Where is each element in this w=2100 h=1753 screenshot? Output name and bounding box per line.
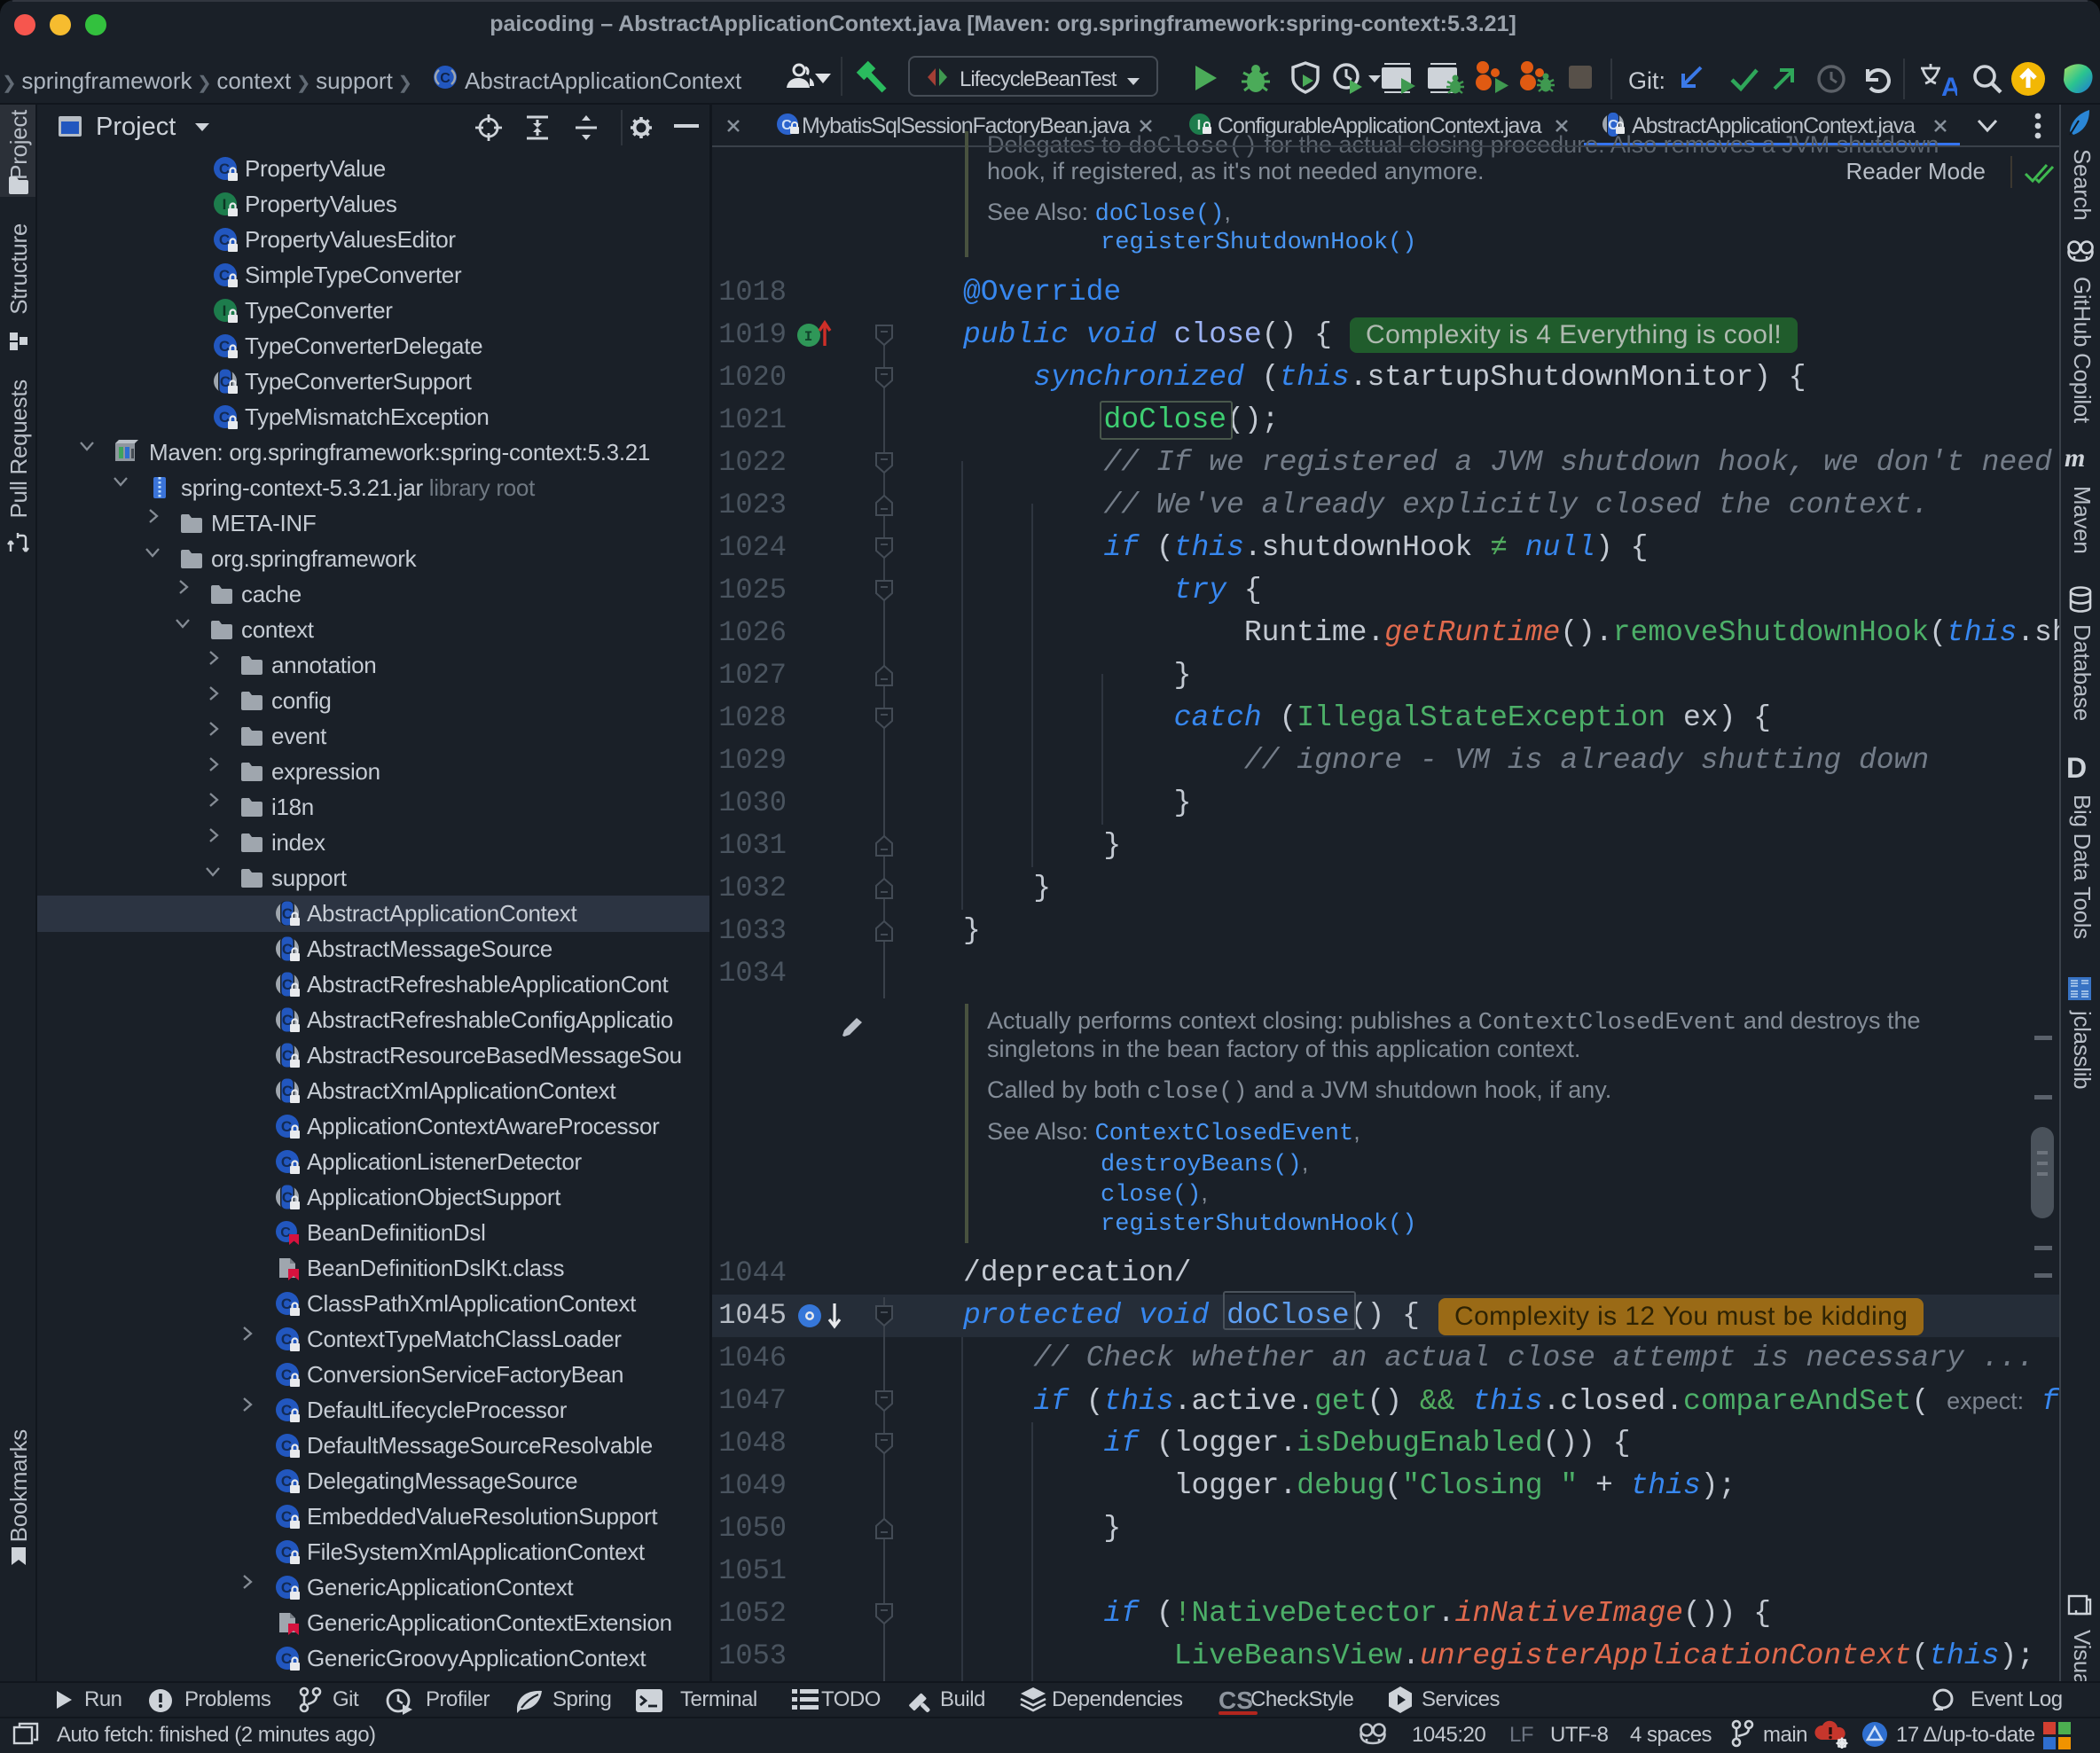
svg-text:I: I — [223, 302, 227, 319]
svg-text:A: A — [1941, 73, 1957, 98]
svg-text:C: C — [440, 71, 451, 86]
svg-text:I: I — [804, 329, 813, 345]
svg-text:I: I — [223, 196, 227, 213]
